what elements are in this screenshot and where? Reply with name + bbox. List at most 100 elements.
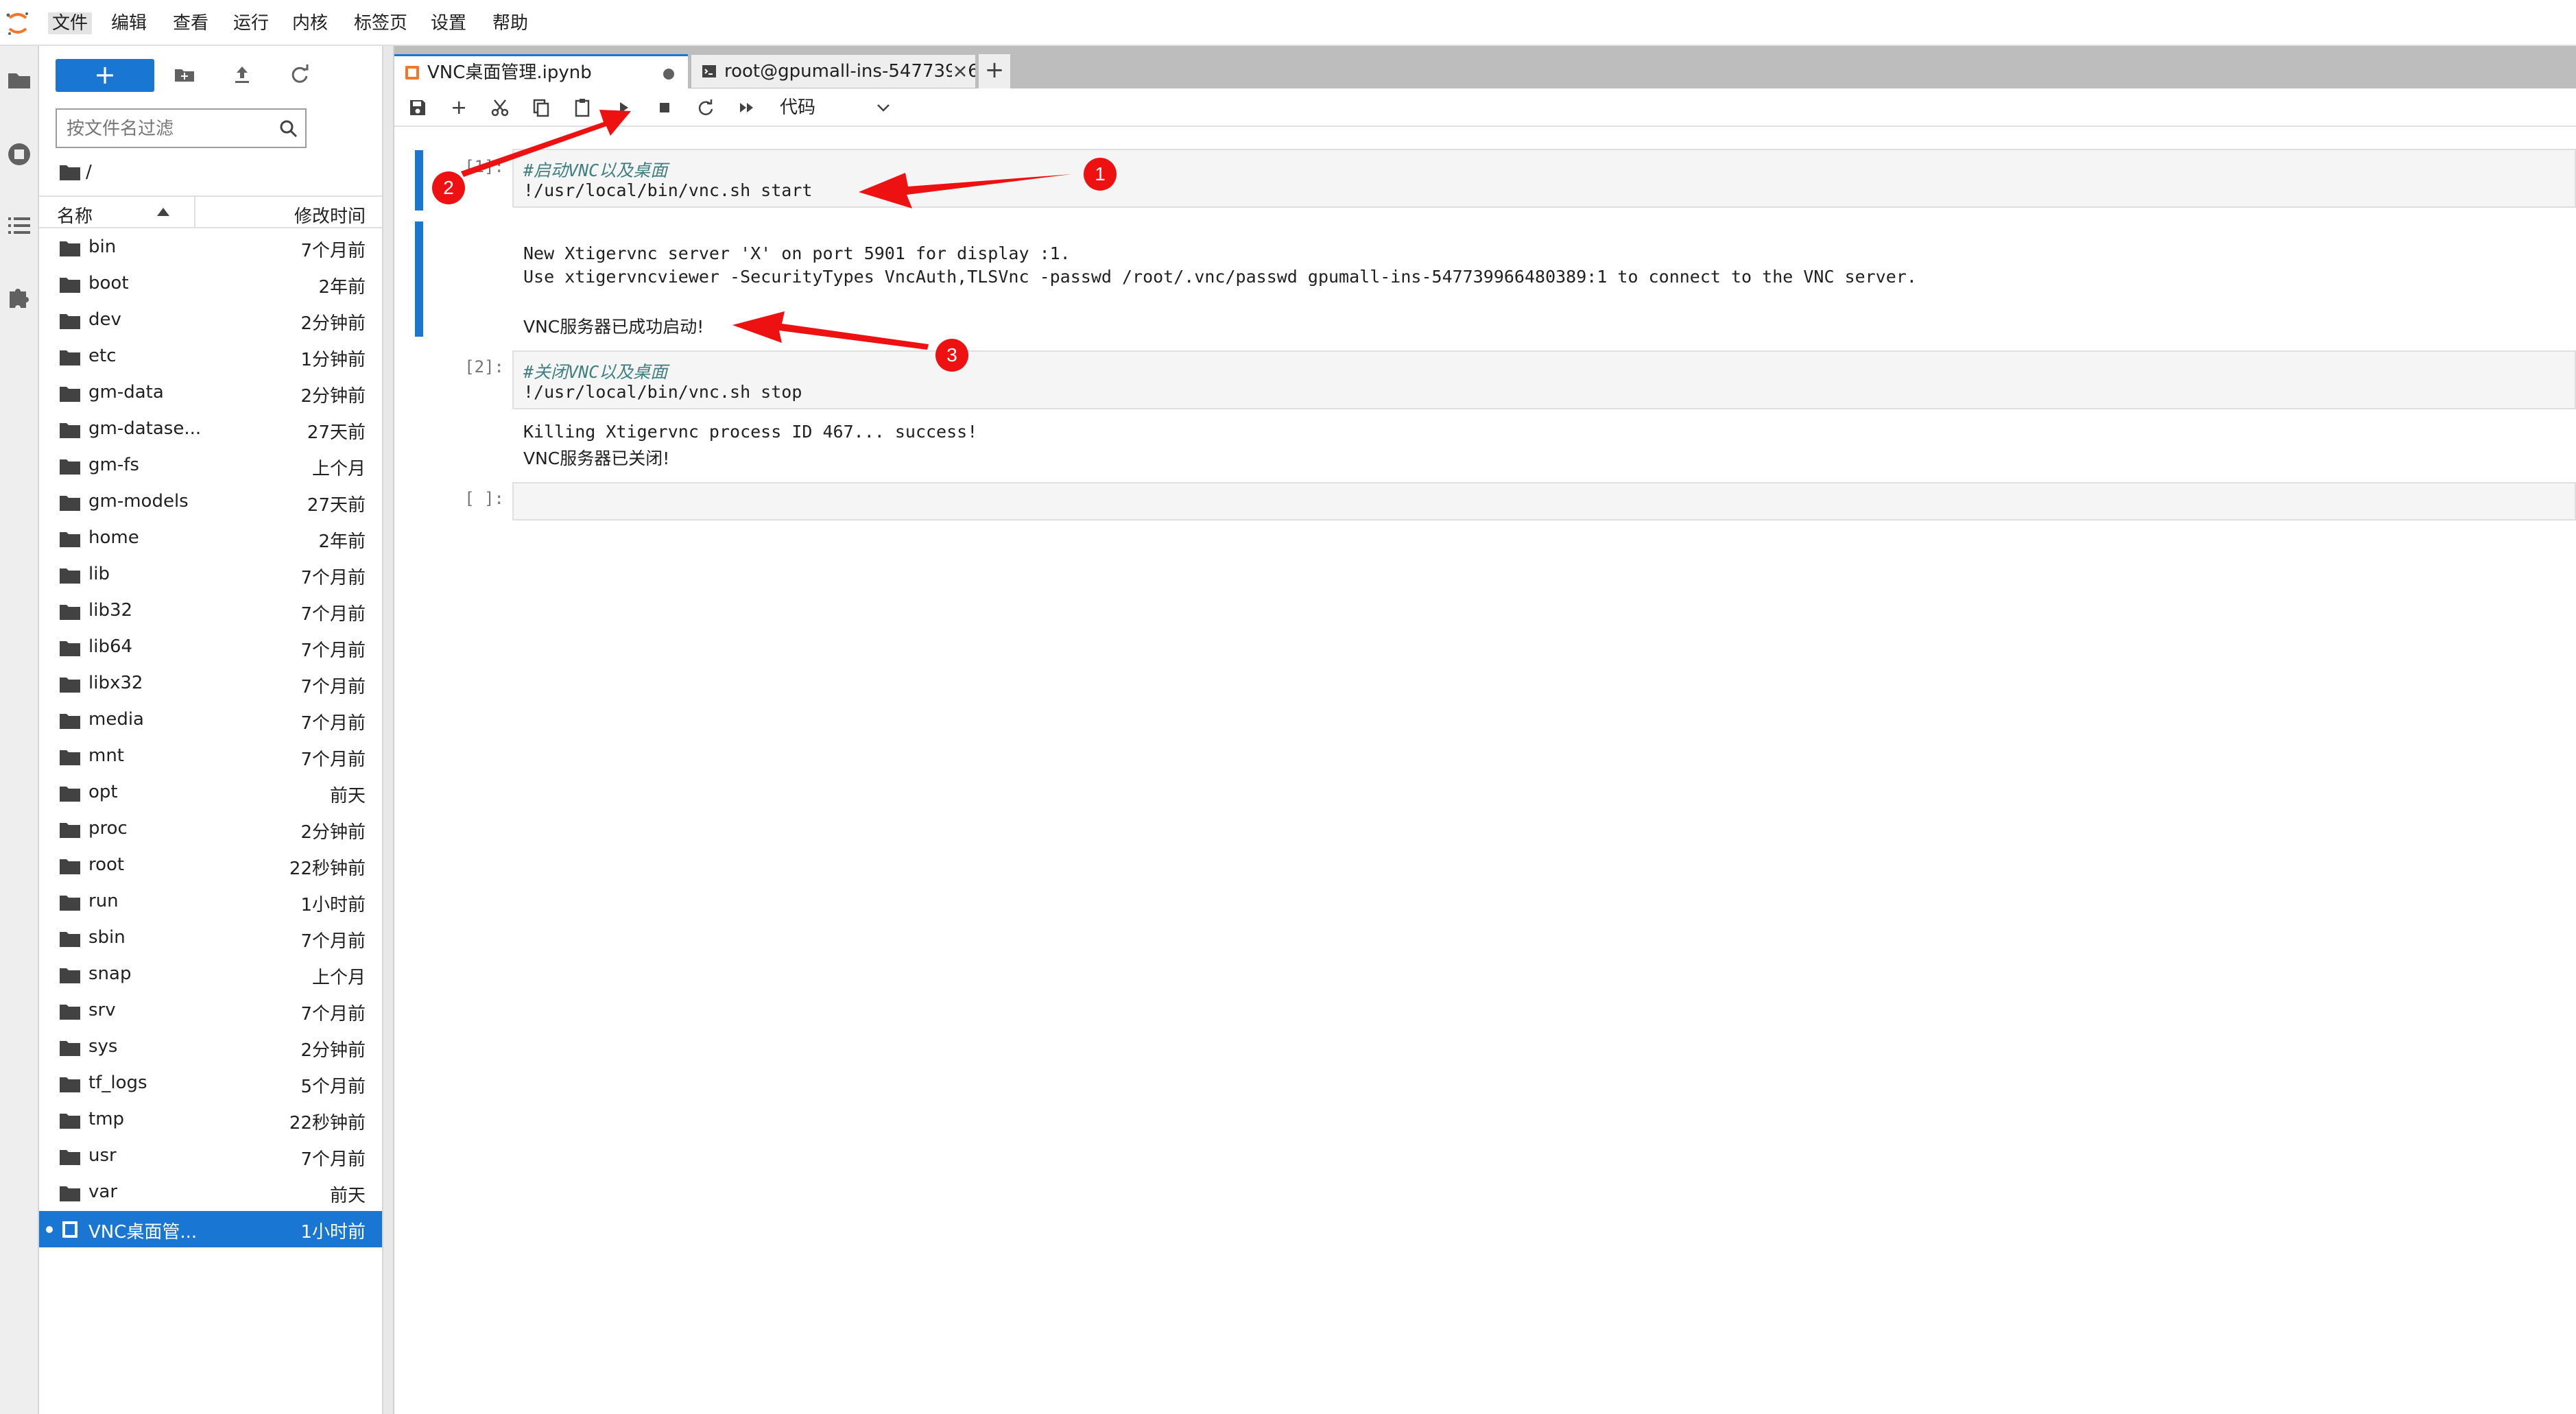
folder-icon: [60, 640, 80, 656]
file-name: sys: [88, 1036, 118, 1057]
file-row[interactable]: snap 上个月: [39, 957, 382, 993]
breadcrumb-path[interactable]: /: [86, 160, 92, 184]
file-modified: 2年前: [318, 277, 366, 298]
menu-file[interactable]: 文件: [48, 12, 93, 34]
file-row[interactable]: usr 7个月前: [39, 1138, 382, 1175]
file-row[interactable]: run 1小时前: [39, 884, 382, 920]
menu-help[interactable]: 帮助: [488, 12, 532, 34]
file-row[interactable]: mnt 7个月前: [39, 739, 382, 775]
cell-output-line: Killing Xtigervnc process ID 467... succ…: [523, 422, 978, 442]
chevron-down-icon[interactable]: [876, 102, 891, 113]
folder-icon: [60, 240, 80, 256]
close-icon[interactable]: [952, 63, 968, 80]
paste-icon[interactable]: [571, 97, 593, 119]
folder-icon: [60, 313, 80, 329]
file-row[interactable]: sys 2分钟前: [39, 1029, 382, 1066]
folder-icon: [60, 385, 80, 402]
add-tab-button[interactable]: +: [979, 54, 1010, 88]
restart-run-all-icon[interactable]: [736, 97, 758, 119]
file-name: media: [88, 709, 144, 730]
file-row[interactable]: dev 2分钟前: [39, 302, 382, 339]
file-row[interactable]: srv 7个月前: [39, 993, 382, 1029]
unsaved-indicator-icon[interactable]: [663, 69, 674, 80]
column-name-header[interactable]: 名称: [57, 202, 93, 228]
folder-icon[interactable]: [4, 65, 34, 95]
cell-type-select[interactable]: 代码: [780, 94, 890, 121]
running-kernels-icon[interactable]: [4, 139, 34, 169]
terminal-icon: [702, 65, 716, 77]
file-row[interactable]: libx32 7个月前: [39, 666, 382, 702]
refresh-icon[interactable]: [286, 61, 313, 88]
panel-splitter[interactable]: [383, 46, 394, 1414]
file-name: gm-fs: [88, 455, 139, 475]
stop-kernel-icon[interactable]: [654, 97, 676, 119]
folder-icon: [60, 603, 80, 620]
file-row[interactable]: gm-models 27天前: [39, 484, 382, 520]
file-row[interactable]: proc 2分钟前: [39, 811, 382, 848]
save-icon[interactable]: [407, 97, 429, 119]
extension-puzzle-icon[interactable]: [4, 282, 34, 312]
file-name: root: [88, 854, 125, 875]
cell-prompt: [ ]:: [464, 489, 504, 508]
new-launcher-button[interactable]: +: [56, 59, 154, 92]
folder-icon: [60, 1040, 80, 1056]
file-modified: 前天: [329, 1186, 366, 1206]
file-row[interactable]: lib32 7个月前: [39, 593, 382, 630]
cell-output-collapser[interactable]: [415, 221, 423, 337]
file-row[interactable]: tmp 22秒钟前: [39, 1102, 382, 1138]
menu-kernel[interactable]: 内核: [288, 12, 332, 34]
menu-bar: 文件 编辑 查看 运行 内核 标签页 设置 帮助: [0, 0, 2576, 46]
file-modified: 27天前: [307, 422, 366, 443]
file-row[interactable]: sbin 7个月前: [39, 920, 382, 957]
file-filter-input[interactable]: [67, 117, 272, 141]
code-cell-input[interactable]: #关闭VNC以及桌面 !/usr/local/bin/vnc.sh stop: [512, 350, 2576, 409]
file-row[interactable]: var 前天: [39, 1175, 382, 1211]
file-row[interactable]: bin 7个月前: [39, 230, 382, 266]
file-modified: 7个月前: [300, 640, 366, 661]
new-folder-icon[interactable]: [171, 61, 198, 88]
file-row[interactable]: tf_logs 5个月前: [39, 1066, 382, 1102]
file-modified: 22秒钟前: [289, 859, 366, 879]
folder-icon: [60, 1076, 80, 1092]
file-row[interactable]: opt 前天: [39, 775, 382, 811]
file-name: VNC桌面管...: [88, 1222, 198, 1243]
folder-icon: [60, 785, 80, 802]
file-name: opt: [88, 782, 118, 802]
tab-notebook[interactable]: VNC桌面管理.ipynb: [394, 54, 688, 88]
code-cell-input[interactable]: #启动VNC以及桌面 !/usr/local/bin/vnc.sh start: [512, 149, 2576, 208]
file-row[interactable]: etc 1分钟前: [39, 339, 382, 375]
column-modified-header[interactable]: 修改时间: [294, 202, 366, 228]
file-row-selected[interactable]: VNC桌面管... 1小时前: [39, 1211, 382, 1247]
cut-icon[interactable]: [489, 97, 511, 119]
column-divider[interactable]: [194, 197, 195, 228]
restart-kernel-icon[interactable]: [695, 97, 717, 119]
cell-type-value: 代码: [780, 97, 816, 118]
menu-run[interactable]: 运行: [229, 12, 273, 34]
file-row[interactable]: boot 2年前: [39, 266, 382, 302]
file-row[interactable]: home 2年前: [39, 520, 382, 557]
code-comment: #关闭VNC以及桌面: [523, 362, 668, 382]
file-row[interactable]: gm-datase... 27天前: [39, 411, 382, 448]
file-row[interactable]: gm-fs 上个月: [39, 448, 382, 484]
tab-bar: VNC桌面管理.ipynb root@gpumall-ins-547739966…: [394, 46, 2576, 88]
file-row[interactable]: gm-data 2分钟前: [39, 375, 382, 411]
file-row[interactable]: root 22秒钟前: [39, 848, 382, 884]
tab-terminal[interactable]: root@gpumall-ins-547739966480389: [691, 54, 976, 88]
insert-cell-icon[interactable]: [448, 97, 470, 119]
run-cell-icon[interactable]: [612, 97, 634, 119]
file-modified: 27天前: [307, 495, 366, 516]
menu-tabs[interactable]: 标签页: [350, 12, 412, 34]
file-row[interactable]: lib64 7个月前: [39, 630, 382, 666]
file-row[interactable]: media 7个月前: [39, 702, 382, 739]
menu-settings[interactable]: 设置: [427, 12, 470, 34]
upload-icon[interactable]: [228, 61, 256, 88]
file-name: boot: [88, 273, 129, 293]
menu-edit[interactable]: 编辑: [107, 12, 151, 34]
empty-code-cell-input[interactable]: [512, 482, 2576, 520]
file-row[interactable]: lib 7个月前: [39, 557, 382, 593]
file-name: home: [88, 527, 139, 548]
copy-icon[interactable]: [530, 97, 552, 119]
menu-view[interactable]: 查看: [169, 12, 213, 34]
table-of-contents-icon[interactable]: [4, 211, 34, 241]
file-list-header: 名称 修改时间: [39, 195, 382, 228]
